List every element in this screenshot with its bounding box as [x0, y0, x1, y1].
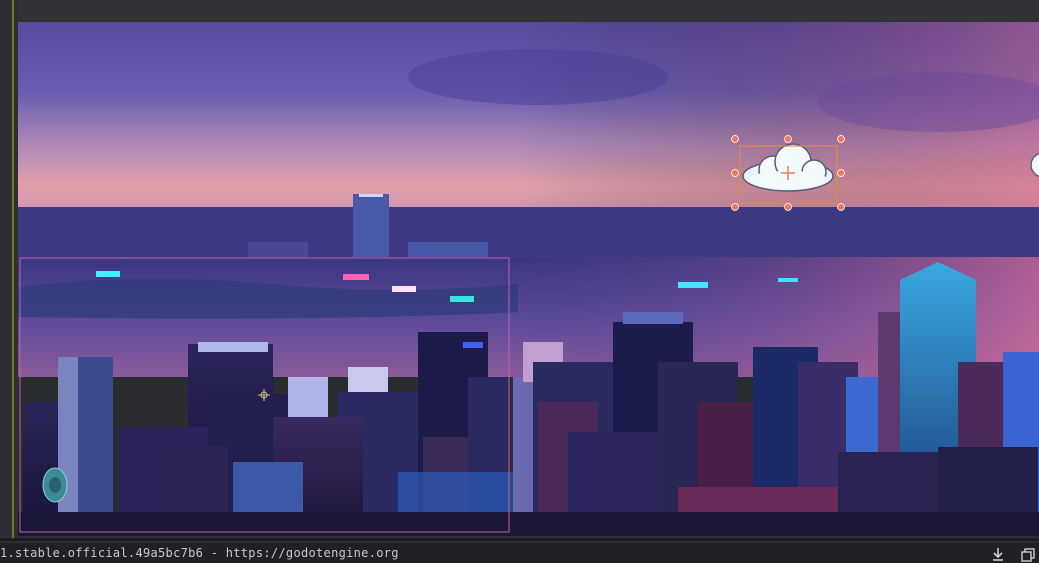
neon-sign — [343, 274, 369, 280]
editor-top-bar — [0, 0, 1039, 22]
window-light — [463, 342, 483, 348]
download-icon[interactable] — [991, 548, 1005, 563]
panel-separator — [0, 538, 1039, 541]
neon-sign — [778, 278, 798, 282]
version-label[interactable]: 1.stable.official.49a5bc7b6 - https://go… — [0, 546, 399, 560]
guide-line — [12, 0, 14, 540]
copy-icon[interactable] — [1021, 548, 1035, 563]
neon-sign — [392, 286, 416, 292]
building — [288, 377, 328, 417]
neon-sign — [450, 296, 474, 302]
neon-sign — [96, 271, 120, 277]
distant-tower — [353, 194, 389, 264]
neon-sign — [678, 282, 708, 288]
roof — [198, 342, 268, 352]
distant-city — [18, 207, 1039, 257]
vertical-ruler — [0, 0, 18, 540]
building — [78, 357, 113, 536]
roof — [623, 312, 683, 324]
scene-viewport[interactable] — [18, 22, 1039, 536]
sky-cloud-shadow — [408, 49, 668, 105]
player-sprite-detail — [49, 477, 61, 493]
tower-light — [359, 194, 383, 197]
